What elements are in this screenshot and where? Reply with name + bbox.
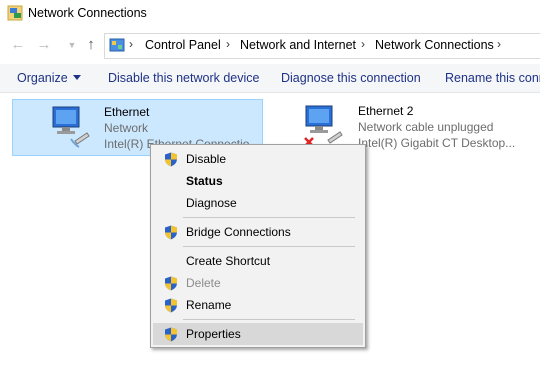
uac-shield-icon [165,276,177,291]
menu-item-rename[interactable]: Rename [153,294,363,316]
menu-item-bridge-connections[interactable]: Bridge Connections [153,221,363,243]
menu-separator [183,246,355,247]
command-bar: Organize Disable this network device Dia… [0,64,540,93]
breadcrumb-network-and-internet[interactable]: Network and Internet [240,38,356,52]
up-arrow-icon[interactable]: ↑ [82,36,100,54]
connection-status: Network cable unplugged [358,120,494,134]
menu-separator [183,217,355,218]
window-title: Network Connections [28,6,147,20]
title-bar: Network Connections [0,0,540,26]
uac-shield-icon [165,152,177,167]
forward-arrow-icon[interactable]: → [35,36,53,54]
menu-item-delete: Delete [153,272,363,294]
connection-name: Ethernet [104,105,150,119]
breadcrumb-separator-icon[interactable]: › [129,37,133,51]
menu-item-properties[interactable]: Properties [153,323,363,345]
rename-connection-button[interactable]: Rename this conn [445,71,540,85]
control-panel-icon [109,38,125,52]
breadcrumb-network-connections[interactable]: Network Connections [375,38,494,52]
uac-shield-icon [165,225,177,240]
context-menu: Disable Status Diagnose Bridge Connectio… [150,144,366,348]
address-row: ← → ▼ ↑ › Control Panel › Network and In… [0,32,540,59]
menu-item-status[interactable]: Status [153,170,363,192]
connection-device: Intel(R) Gigabit CT Desktop... [358,136,516,150]
chevron-down-icon [72,75,81,80]
breadcrumb-separator-icon[interactable]: › [497,37,501,51]
disable-device-button[interactable]: Disable this network device [108,71,259,85]
network-adapter-unplugged-icon [304,105,343,147]
network-adapter-icon [52,106,90,148]
menu-separator [183,319,355,320]
connection-name: Ethernet 2 [358,104,414,118]
organize-button[interactable]: Organize [17,71,81,85]
connection-status: Network [104,121,149,135]
breadcrumb-control-panel[interactable]: Control Panel [145,38,221,52]
menu-item-disable[interactable]: Disable [153,148,363,170]
menu-item-create-shortcut[interactable]: Create Shortcut [153,250,363,272]
address-bar[interactable]: › Control Panel › Network and Internet ›… [104,33,540,59]
uac-shield-icon [165,327,177,342]
recent-locations-chevron-icon[interactable]: ▼ [63,36,81,54]
network-connections-icon [7,5,23,21]
diagnose-connection-button[interactable]: Diagnose this connection [281,71,421,85]
uac-shield-icon [165,298,177,313]
back-arrow-icon[interactable]: ← [9,36,27,54]
breadcrumb-separator-icon[interactable]: › [361,37,365,51]
menu-item-diagnose[interactable]: Diagnose [153,192,363,214]
breadcrumb-separator-icon[interactable]: › [226,37,230,51]
